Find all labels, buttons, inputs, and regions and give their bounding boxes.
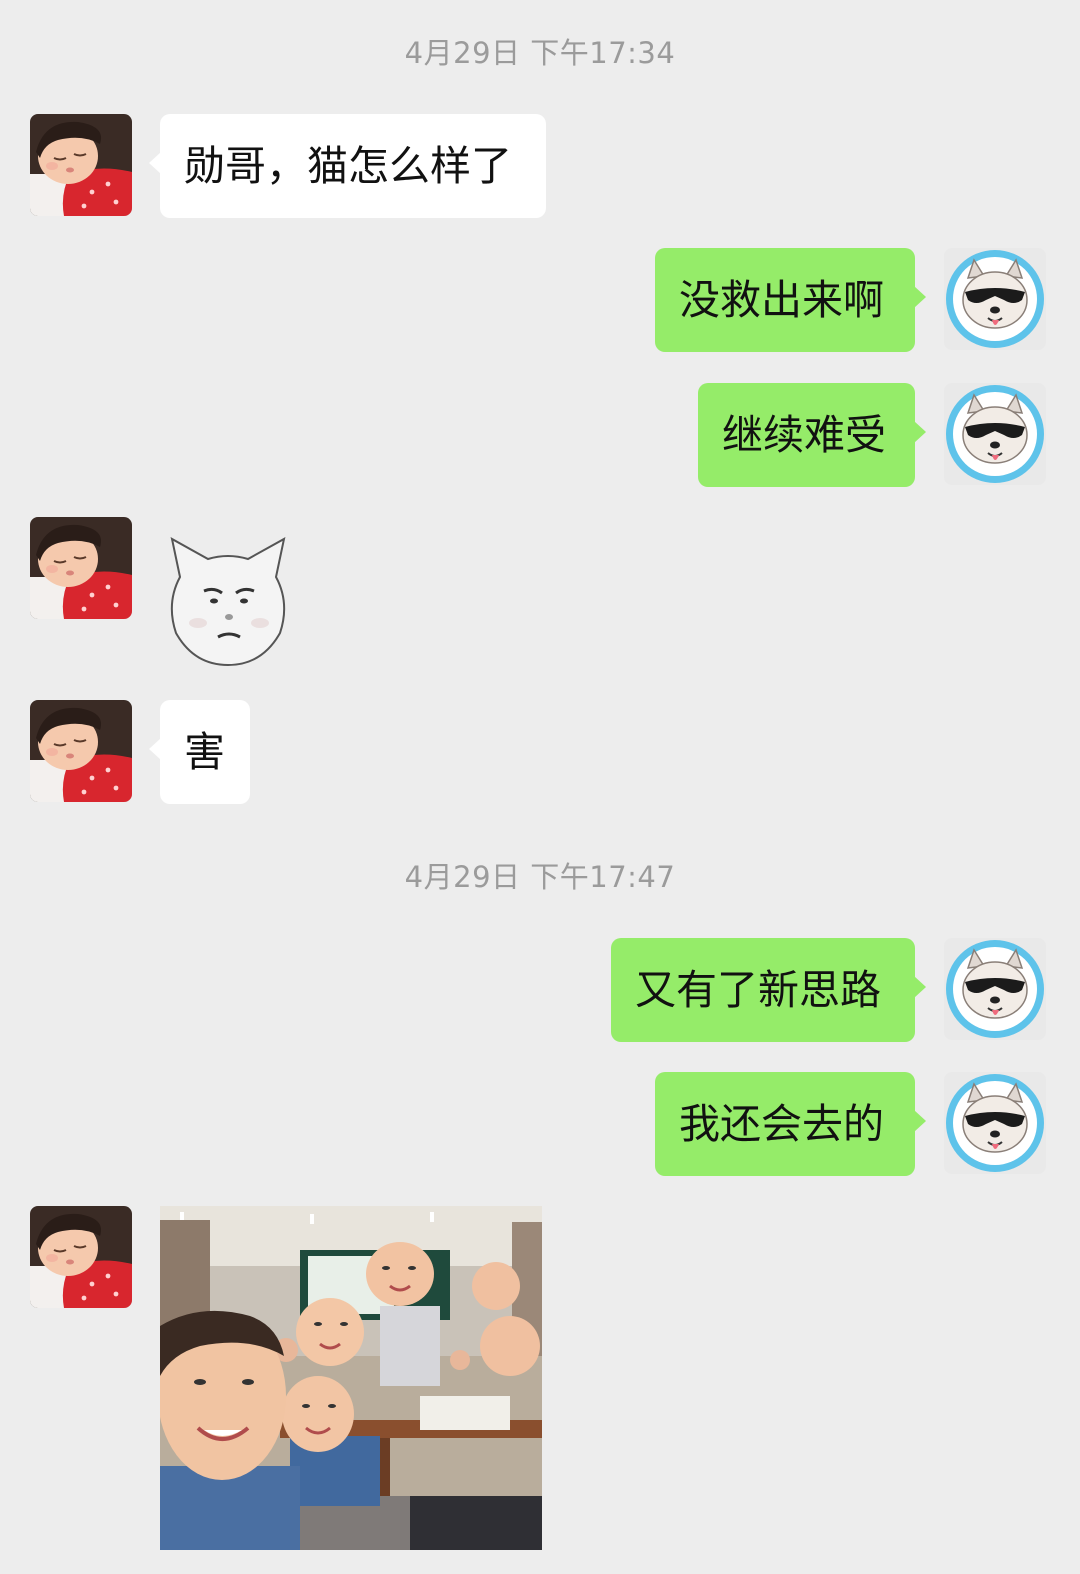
outgoing-message-bubble[interactable]: 没救出来啊 — [655, 248, 926, 352]
child-sleeping-avatar-icon[interactable] — [30, 517, 132, 619]
dog-with-sunglasses-avatar-icon[interactable] — [944, 938, 1046, 1040]
dog-with-sunglasses-avatar-icon[interactable] — [944, 248, 1046, 350]
outgoing-message-bubble[interactable]: 又有了新思路 — [611, 938, 926, 1042]
dog-with-sunglasses-avatar-icon[interactable] — [944, 383, 1046, 485]
timestamp: 4月29日 下午17:34 — [404, 36, 676, 70]
outgoing-message-bubble[interactable]: 我还会去的 — [655, 1072, 926, 1176]
incoming-message-bubble[interactable]: 勋哥，猫怎么样了 — [149, 114, 546, 218]
classroom-kids-photo[interactable] — [160, 1206, 542, 1550]
chat-view: 4月29日 下午17:34 勋哥，猫怎么样了 没救出来啊 继续难受 害 4月29… — [0, 0, 1080, 1574]
child-sleeping-avatar-icon[interactable] — [30, 114, 132, 216]
dog-with-sunglasses-avatar-icon[interactable] — [944, 1072, 1046, 1174]
incoming-message-bubble[interactable]: 害 — [149, 700, 250, 804]
pouting-cat-face-sticker[interactable] — [158, 533, 298, 671]
timestamp: 4月29日 下午17:47 — [404, 860, 676, 894]
child-sleeping-avatar-icon[interactable] — [30, 1206, 132, 1308]
child-sleeping-avatar-icon[interactable] — [30, 700, 132, 802]
outgoing-message-bubble[interactable]: 继续难受 — [698, 383, 926, 487]
